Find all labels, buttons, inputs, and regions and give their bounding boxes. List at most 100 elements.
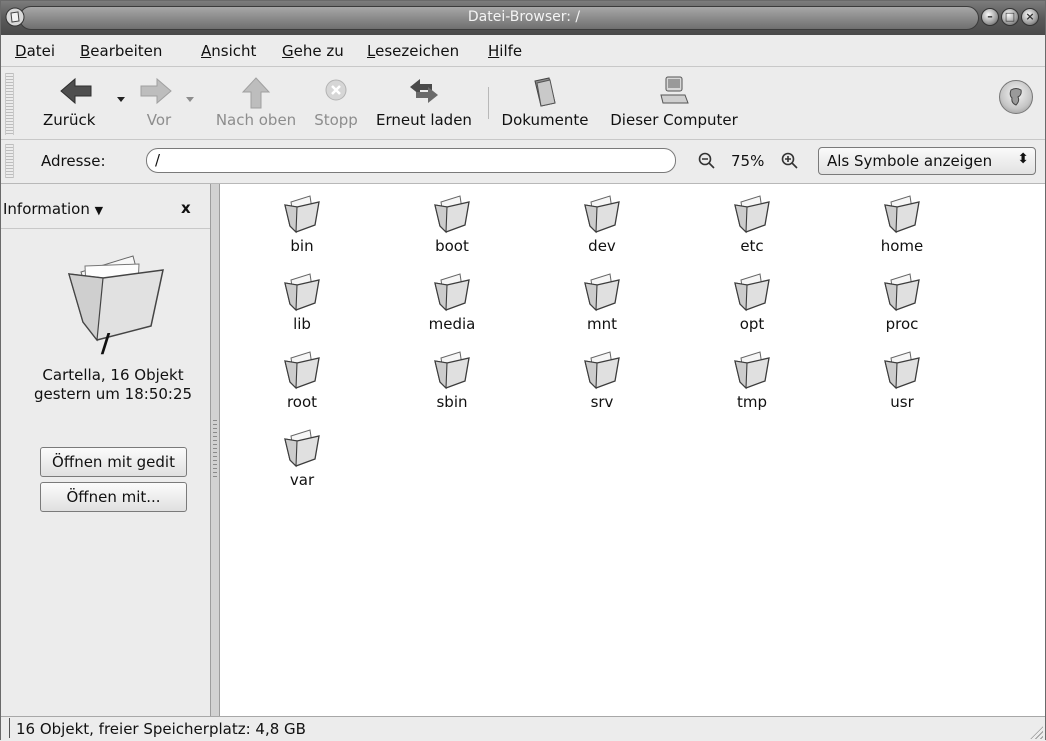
folder-info: Cartella, 16 Objekt gestern um 18:50:25 xyxy=(33,366,193,403)
file-name: var xyxy=(289,471,315,489)
icon-view[interactable]: bin boot dev etc home lib media mnt opt proc root s… xyxy=(220,184,1045,716)
back-history-dropdown[interactable] xyxy=(117,97,125,102)
side-pane-header: Information ▼ x xyxy=(1,184,210,229)
stop-button[interactable]: Stopp xyxy=(309,67,363,137)
menu-hilfe[interactable]: Hilfe xyxy=(488,42,522,60)
minimize-button[interactable]: – xyxy=(981,8,999,26)
folder-icon xyxy=(734,351,770,390)
folder-icon xyxy=(284,351,320,390)
folder-icon xyxy=(584,273,620,312)
folder-icon xyxy=(284,429,320,468)
file-name: proc xyxy=(885,315,919,333)
file-name: tmp xyxy=(736,393,767,411)
locbar-handle[interactable] xyxy=(5,144,14,178)
file-name: lib xyxy=(293,315,311,333)
back-button[interactable]: Zurück xyxy=(33,67,113,137)
view-mode-select[interactable]: Als Symbole anzeigen ⬍ xyxy=(818,147,1036,175)
file-item[interactable]: proc xyxy=(842,270,962,333)
folder-icon xyxy=(284,195,320,234)
throbber-foot-icon xyxy=(1009,88,1022,106)
file-item[interactable]: mnt xyxy=(542,270,662,333)
file-item[interactable]: boot xyxy=(392,192,512,255)
up-button[interactable]: Nach oben xyxy=(209,67,303,137)
side-pane: Information ▼ x / Cartella, 16 Objekt ge… xyxy=(1,184,210,716)
zoom-in-button[interactable] xyxy=(781,152,799,174)
open-with-button[interactable]: Öffnen mit... xyxy=(40,482,187,512)
up-arrow-icon xyxy=(241,77,271,109)
selected-folder-name: / xyxy=(100,329,111,359)
maximize-button[interactable]: □ xyxy=(1001,8,1019,26)
address-input[interactable]: / xyxy=(146,148,676,173)
file-name: usr xyxy=(890,393,914,411)
throbber-icon xyxy=(999,80,1033,114)
menu-ansicht[interactable]: Ansicht xyxy=(201,42,256,60)
reload-button[interactable]: Erneut laden xyxy=(369,67,479,137)
menu-datei[interactable]: Datei xyxy=(15,42,55,60)
forward-button[interactable]: Vor xyxy=(129,67,189,137)
toolbar-separator xyxy=(488,87,489,119)
toolbar-handle[interactable] xyxy=(5,73,14,135)
folder-icon xyxy=(884,351,920,390)
folder-icon xyxy=(584,351,620,390)
close-window-button[interactable]: × xyxy=(1021,8,1039,26)
folder-icon xyxy=(884,273,920,312)
folder-icon xyxy=(584,195,620,234)
documents-icon xyxy=(534,77,556,107)
window-title: Datei-Browser: / xyxy=(467,9,581,25)
folder-icon xyxy=(434,351,470,390)
folder-icon xyxy=(434,273,470,312)
file-item[interactable]: bin xyxy=(242,192,362,255)
side-pane-selector[interactable]: Information ▼ xyxy=(3,200,103,218)
menu-bar: Datei Bearbeiten Ansicht Gehe zu Lesezei… xyxy=(1,35,1045,67)
status-frame xyxy=(9,718,14,738)
forward-history-dropdown[interactable] xyxy=(186,97,194,102)
menu-lesezeichen[interactable]: Lesezeichen xyxy=(367,42,459,60)
file-item[interactable]: lib xyxy=(242,270,362,333)
chevron-down-icon: ▼ xyxy=(94,204,104,217)
file-browser-window: Datei-Browser: / – □ × Datei Bearbeiten … xyxy=(0,0,1046,741)
zoom-level[interactable]: 75% xyxy=(731,152,764,170)
file-item[interactable]: media xyxy=(392,270,512,333)
toolbar: Zurück Vor Nach oben Stopp Erneut laden … xyxy=(1,67,1045,140)
status-bar: 16 Objekt, freier Speicherplatz: 4,8 GB xyxy=(1,716,1045,741)
select-arrows-icon: ⬍ xyxy=(1017,151,1029,167)
address-label: Adresse: xyxy=(41,152,106,170)
file-name: root xyxy=(286,393,318,411)
file-name: media xyxy=(428,315,476,333)
file-item[interactable]: tmp xyxy=(692,348,812,411)
window-controls: – □ × xyxy=(981,8,1039,26)
zoom-in-icon xyxy=(781,152,798,169)
side-pane-close-button[interactable]: x xyxy=(181,199,191,217)
file-name: bin xyxy=(290,237,314,255)
folder-icon xyxy=(284,273,320,312)
file-name: etc xyxy=(740,237,764,255)
file-name: sbin xyxy=(436,393,468,411)
file-item[interactable]: usr xyxy=(842,348,962,411)
file-item[interactable]: root xyxy=(242,348,362,411)
open-with-gedit-button[interactable]: Öffnen mit gedit xyxy=(40,447,187,477)
title-bar[interactable]: Datei-Browser: / – □ × xyxy=(1,1,1045,35)
file-item[interactable]: srv xyxy=(542,348,662,411)
zoom-out-button[interactable] xyxy=(698,152,716,174)
menu-bearbeiten[interactable]: Bearbeiten xyxy=(80,42,162,60)
location-bar: Adresse: / 75% Als Symbole anzeigen ⬍ xyxy=(1,140,1045,184)
file-item[interactable]: home xyxy=(842,192,962,255)
file-name: opt xyxy=(739,315,765,333)
resize-grip-icon[interactable] xyxy=(1027,723,1043,739)
file-name: srv xyxy=(590,393,614,411)
back-arrow-icon xyxy=(60,77,92,105)
file-item[interactable]: etc xyxy=(692,192,812,255)
computer-button[interactable]: Dieser Computer xyxy=(601,67,747,137)
file-item[interactable]: var xyxy=(242,426,362,489)
file-name: boot xyxy=(435,237,469,255)
file-item[interactable]: sbin xyxy=(392,348,512,411)
menu-gehe-zu[interactable]: Gehe zu xyxy=(282,42,344,60)
file-item[interactable]: dev xyxy=(542,192,662,255)
file-name: mnt xyxy=(587,315,617,333)
folder-icon xyxy=(884,195,920,234)
folder-icon xyxy=(734,195,770,234)
reload-icon xyxy=(410,79,438,103)
documents-button[interactable]: Dokumente xyxy=(495,67,595,137)
pane-splitter[interactable] xyxy=(210,184,220,716)
file-item[interactable]: opt xyxy=(692,270,812,333)
